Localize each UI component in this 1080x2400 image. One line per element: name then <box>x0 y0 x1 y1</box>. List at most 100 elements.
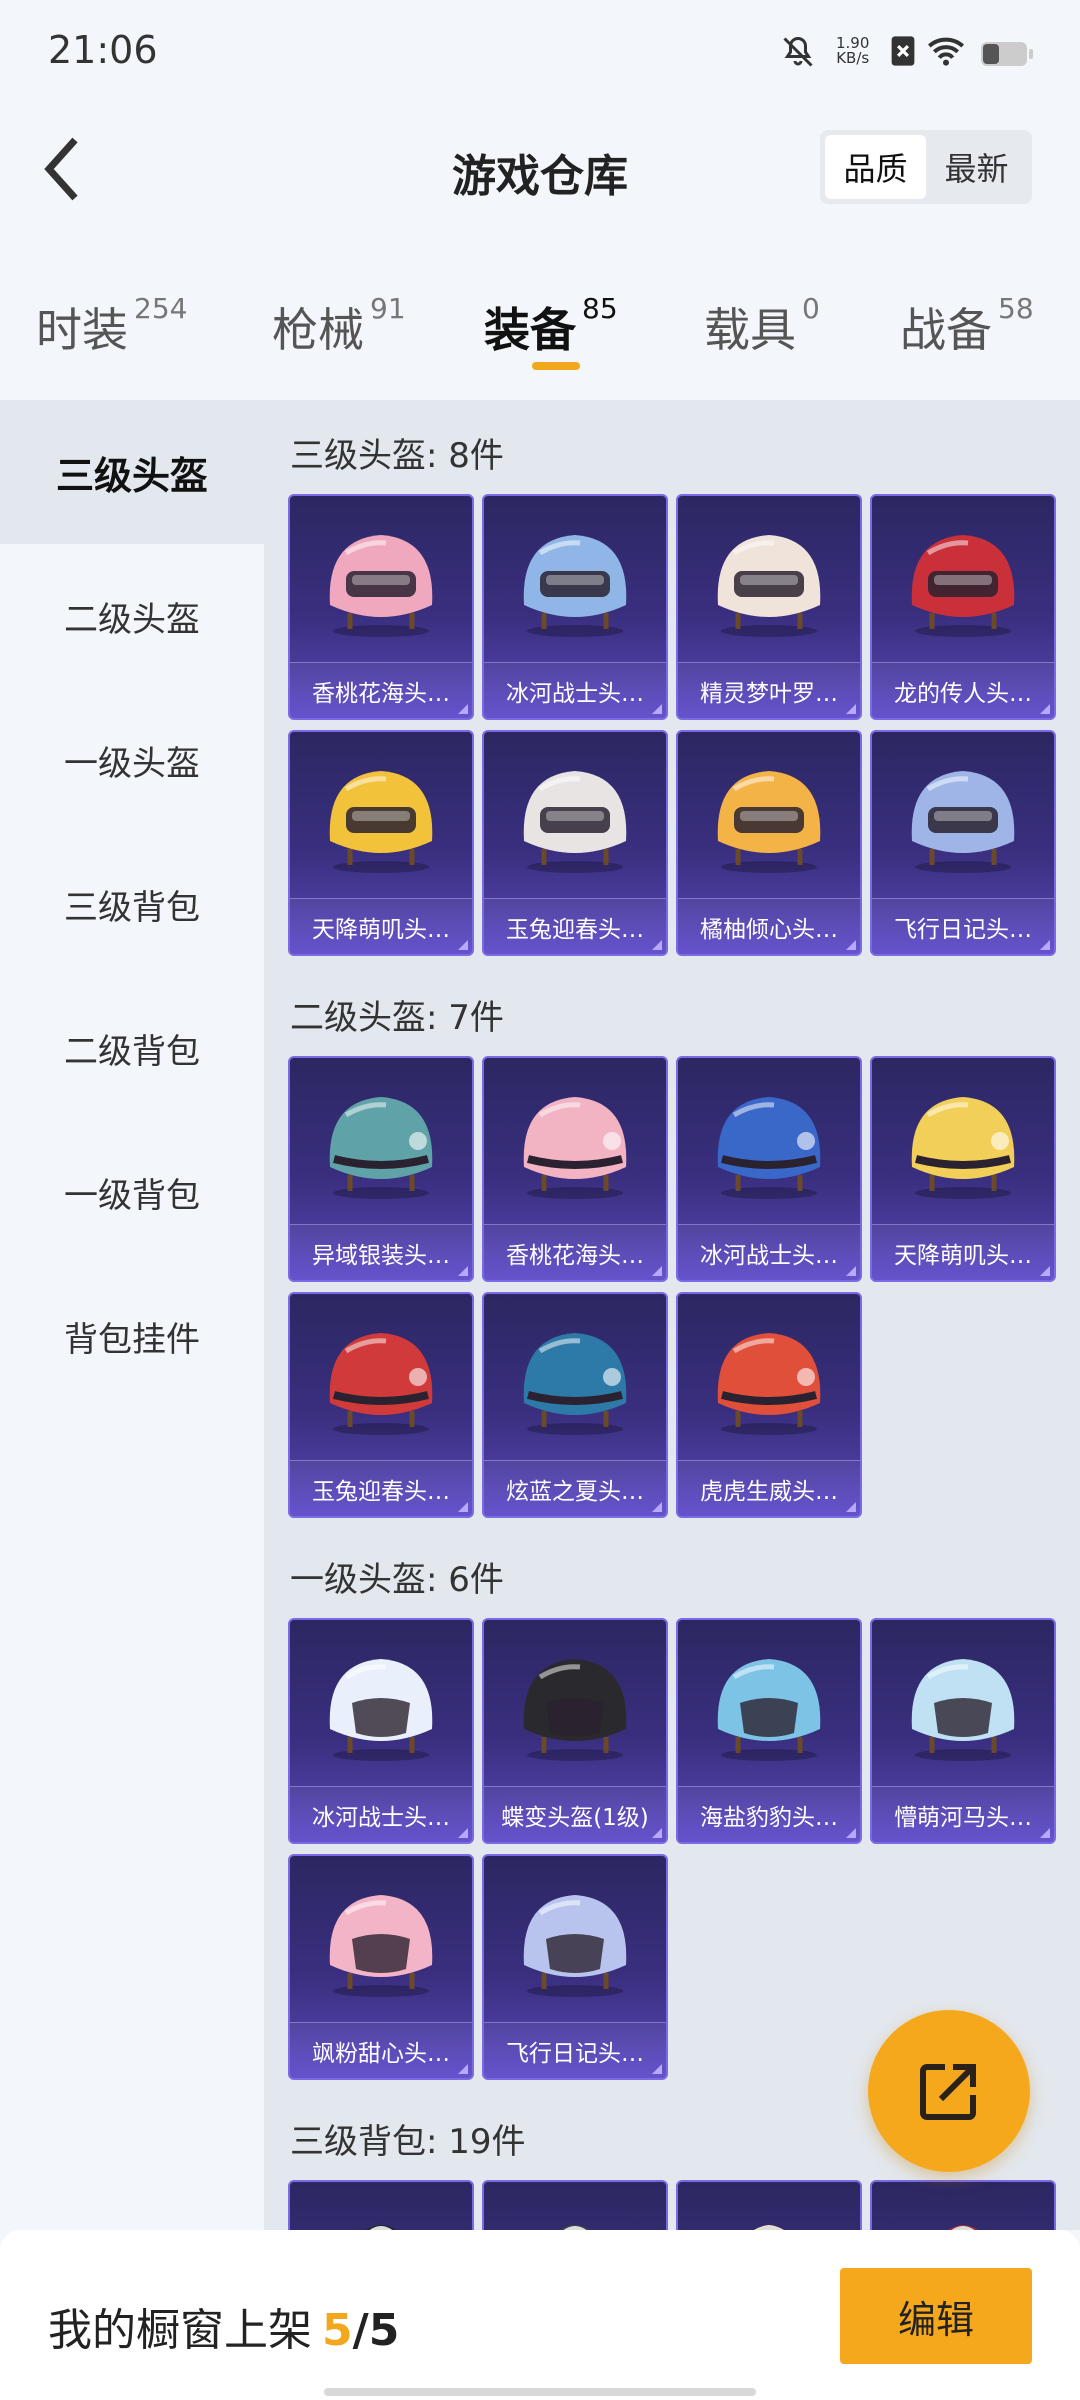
item-card[interactable]: 精灵梦叶罗… <box>676 494 862 720</box>
category-tabs: 时装 254 枪械 91 装备 85 载具 0 战备 58 <box>0 254 1080 400</box>
sidebar-item-level1-helmet[interactable]: 一级头盔 <box>0 688 264 832</box>
item-name: 玉兔迎春头… <box>290 1460 472 1516</box>
item-card[interactable] <box>870 2180 1056 2230</box>
edit-button[interactable]: 编辑 <box>840 2268 1032 2364</box>
helmet-icon <box>484 1632 666 1772</box>
backpack-icon <box>872 2194 1054 2230</box>
helmet-icon <box>872 744 1054 884</box>
card-corner-mark <box>846 940 856 950</box>
helmet-icon <box>872 1632 1054 1772</box>
item-name: 飞行日记头… <box>484 2022 666 2078</box>
sidebar-item-level3-backpack[interactable]: 三级背包 <box>0 832 264 976</box>
item-name: 虎虎生威头… <box>678 1460 860 1516</box>
item-card[interactable]: 香桃花海头… <box>288 494 474 720</box>
item-card[interactable]: 飞行日记头… <box>482 1854 668 2080</box>
card-corner-mark <box>1040 704 1050 714</box>
item-name: 飞行日记头… <box>872 898 1054 954</box>
back-button[interactable] <box>26 124 96 214</box>
helmet-icon <box>484 1868 666 2008</box>
mute-bell-icon <box>780 34 816 74</box>
item-card[interactable]: 飒粉甜心头… <box>288 1854 474 2080</box>
header: 游戏仓库 品质 最新 <box>0 84 1080 254</box>
bottom-bar: 我的橱窗上架 5/5 编辑 <box>0 2230 1080 2400</box>
helmet-icon <box>290 1868 472 2008</box>
sidebar-item-level3-helmet[interactable]: 三级头盔 <box>0 400 264 544</box>
helmet-icon <box>678 508 860 648</box>
item-card[interactable] <box>676 2180 862 2230</box>
card-corner-mark <box>458 1502 468 1512</box>
tab-count: 85 <box>582 292 618 325</box>
sidebar-item-backpack-pendant[interactable]: 背包挂件 <box>0 1264 264 1408</box>
helmet-icon <box>678 1070 860 1210</box>
item-card[interactable]: 炫蓝之夏头… <box>482 1292 668 1518</box>
item-card[interactable]: 懵萌河马头… <box>870 1618 1056 1844</box>
card-corner-mark <box>1040 1266 1050 1276</box>
share-button[interactable] <box>868 2010 1030 2172</box>
item-name: 冰河战士头… <box>484 662 666 718</box>
item-card[interactable]: 龙的传人头… <box>870 494 1056 720</box>
sidebar-item-level2-helmet[interactable]: 二级头盔 <box>0 544 264 688</box>
card-corner-mark <box>652 940 662 950</box>
tab-equipment[interactable]: 装备 85 <box>484 292 618 360</box>
tab-fashion[interactable]: 时装 254 <box>36 292 187 360</box>
item-name: 异域银装头… <box>290 1224 472 1280</box>
item-card[interactable]: 玉兔迎春头… <box>482 730 668 956</box>
helmet-icon <box>872 1070 1054 1210</box>
item-card[interactable]: 蝶变头盔(1级) <box>482 1618 668 1844</box>
card-corner-mark <box>652 1502 662 1512</box>
item-card[interactable]: 飞行日记头… <box>870 730 1056 956</box>
showcase-current: 5 <box>322 2305 353 2356</box>
item-card[interactable]: 橘柚倾心头… <box>676 730 862 956</box>
section-title: 一级头盔: 6件 <box>290 1560 504 1600</box>
card-corner-mark <box>458 704 468 714</box>
item-card[interactable]: 虎虎生威头… <box>676 1292 862 1518</box>
status-time: 21:06 <box>48 28 158 72</box>
card-corner-mark <box>846 1502 856 1512</box>
item-card[interactable] <box>482 2180 668 2230</box>
item-card[interactable]: 冰河战士头… <box>288 1618 474 1844</box>
item-card[interactable]: 玉兔迎春头… <box>288 1292 474 1518</box>
item-name: 龙的传人头… <box>872 662 1054 718</box>
tab-combat-gear[interactable]: 战备 58 <box>900 292 1034 360</box>
backpack-icon <box>678 2194 860 2230</box>
share-icon <box>920 2064 976 2120</box>
item-card[interactable]: 天降萌叽头… <box>870 1056 1056 1282</box>
card-corner-mark <box>458 1828 468 1838</box>
battery-icon <box>980 40 1034 72</box>
tab-firearms[interactable]: 枪械 91 <box>272 292 406 360</box>
item-card[interactable]: 天降萌叽头… <box>288 730 474 956</box>
item-card[interactable]: 海盐豹豹头… <box>676 1618 862 1844</box>
item-name: 炫蓝之夏头… <box>484 1460 666 1516</box>
item-card[interactable]: 异域银装头… <box>288 1056 474 1282</box>
item-card[interactable]: 冰河战士头… <box>676 1056 862 1282</box>
tab-label: 时装 <box>36 303 128 357</box>
item-name: 冰河战士头… <box>678 1224 860 1280</box>
tab-count: 58 <box>998 292 1034 325</box>
item-card[interactable] <box>288 2180 474 2230</box>
status-bar: 21:06 1.90 KB/s <box>0 0 1080 84</box>
sidebar-item-level1-backpack[interactable]: 一级背包 <box>0 1120 264 1264</box>
item-card[interactable]: 冰河战士头… <box>482 494 668 720</box>
active-tab-indicator <box>532 362 580 370</box>
tab-label: 装备 <box>484 303 576 357</box>
card-corner-mark <box>458 2064 468 2074</box>
sidebar-item-level2-backpack[interactable]: 二级背包 <box>0 976 264 1120</box>
item-card[interactable]: 香桃花海头… <box>482 1056 668 1282</box>
sort-option-latest[interactable]: 最新 <box>926 135 1027 199</box>
net-speed-unit: KB/s <box>836 49 870 67</box>
tab-count: 0 <box>802 292 820 325</box>
helmet-icon <box>290 744 472 884</box>
helmet-icon <box>678 744 860 884</box>
item-name: 香桃花海头… <box>290 662 472 718</box>
helmet-icon <box>678 1306 860 1446</box>
tab-vehicles[interactable]: 载具 0 <box>704 292 820 360</box>
helmet-icon <box>484 1070 666 1210</box>
card-corner-mark <box>846 1266 856 1276</box>
card-corner-mark <box>652 1266 662 1276</box>
home-indicator[interactable] <box>324 2388 756 2396</box>
sort-option-quality[interactable]: 品质 <box>825 135 926 199</box>
tab-label: 战备 <box>900 303 992 357</box>
showcase-separator: / <box>352 2305 369 2356</box>
card-corner-mark <box>652 2064 662 2074</box>
backpack-icon <box>484 2194 666 2230</box>
